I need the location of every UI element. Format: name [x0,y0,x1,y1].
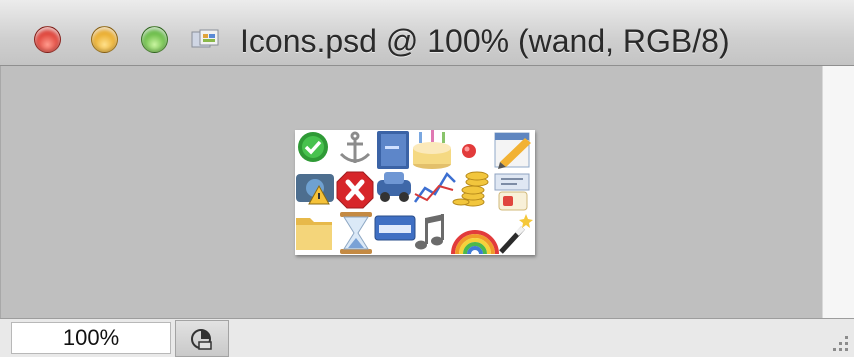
document-image[interactable] [295,130,535,255]
html-badge-icon [374,215,416,241]
line-graph-icon [413,171,456,203]
anchor-icon [339,131,371,163]
document-window: Icons.psd @ 100% (wand, RGB/8) 100% [0,0,854,357]
window-title: Icons.psd @ 100% (wand, RGB/8) [240,23,730,59]
vertical-scrollbar[interactable] [822,66,854,318]
record-dot-icon [462,144,476,158]
stop-x-icon [336,171,374,209]
document-proxy-icon[interactable] [191,29,221,50]
document-info-button[interactable] [175,320,229,357]
id-card-icon [494,173,530,211]
resize-grip-icon[interactable] [826,329,850,353]
calendar-pencil-icon [494,132,531,169]
book-icon [377,131,409,169]
camera-warning-icon [296,174,334,205]
title-bar[interactable]: Icons.psd @ 100% (wand, RGB/8) [0,0,854,66]
minimize-icon[interactable] [91,26,118,53]
car-icon [377,172,411,202]
coins-icon [452,171,489,207]
cake-icon [413,130,451,169]
folder-icon [296,218,332,250]
zoom-icon[interactable] [141,26,168,53]
rainbow-icon [451,230,499,255]
document-info-icon [191,329,212,350]
close-icon[interactable] [34,26,61,53]
check-circle-icon [298,132,328,162]
music-note-icon [415,214,444,250]
zoom-level-field[interactable]: 100% [11,322,171,354]
status-bar: 100% [0,318,854,357]
hourglass-icon [340,212,372,254]
magic-wand-icon [499,214,533,254]
